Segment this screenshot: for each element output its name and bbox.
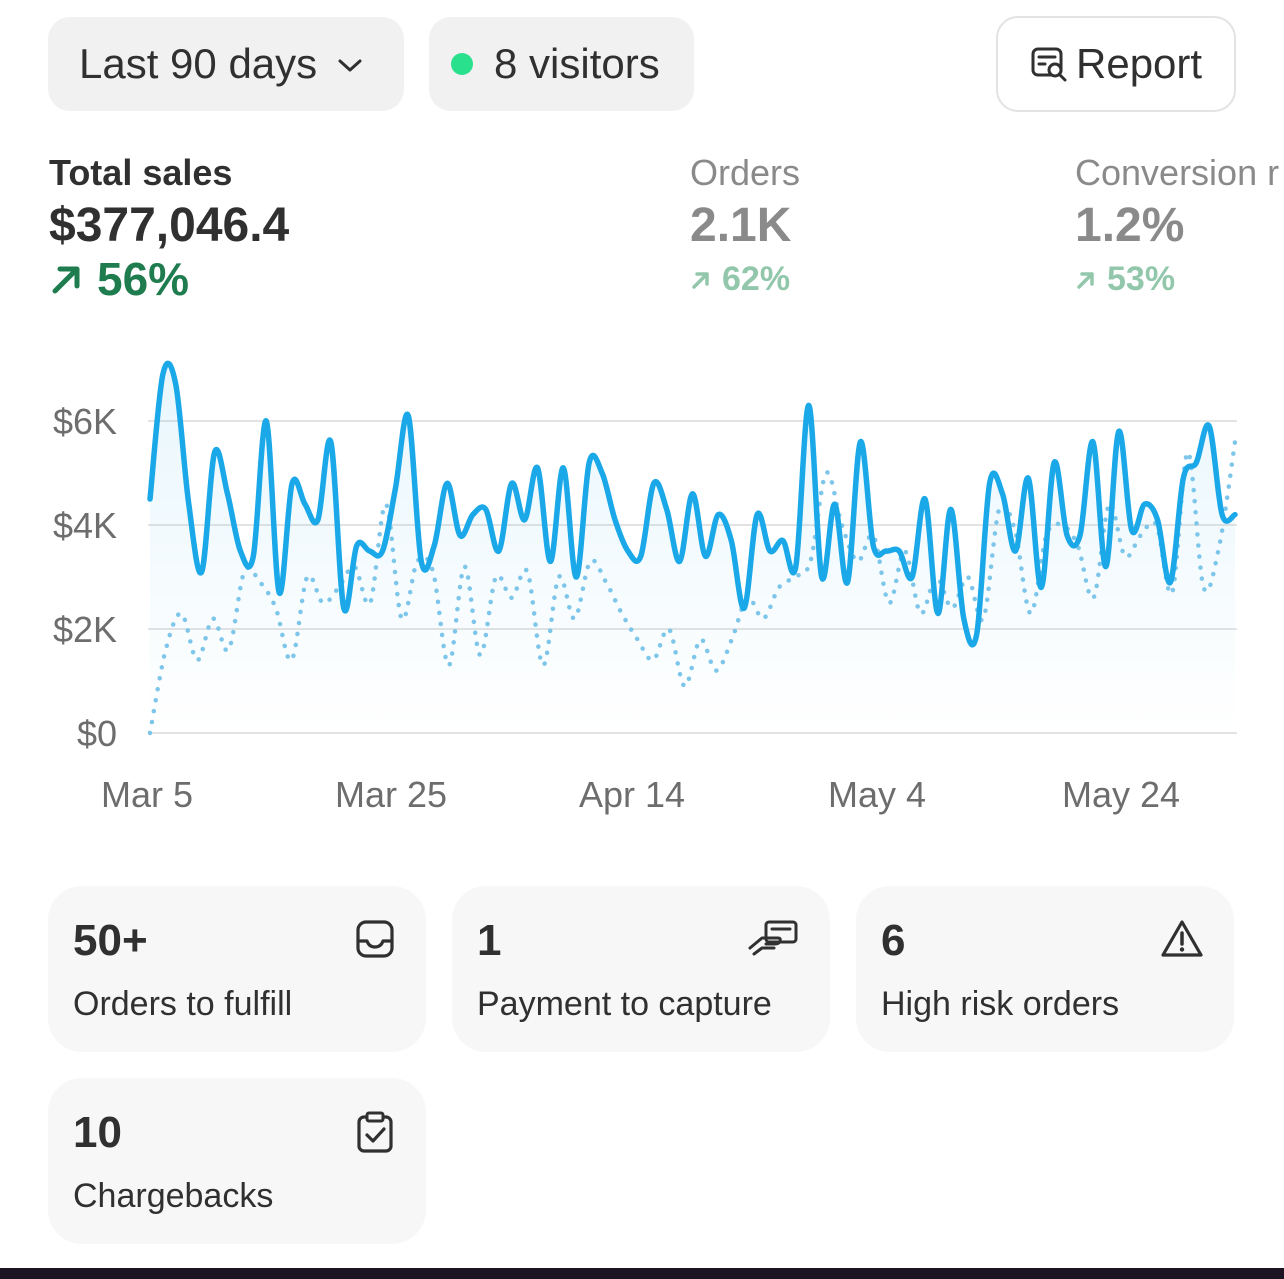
report-search-icon (1031, 47, 1067, 82)
visitors-count: 8 visitors (494, 40, 660, 87)
metric-value: 1.2% (1075, 199, 1185, 252)
arrow-up-right-icon (692, 271, 709, 289)
tile-label: Payment to capture (477, 985, 772, 1023)
metric-value: 2.1K (690, 199, 792, 252)
tile-label: Orders to fulfill (73, 985, 293, 1023)
metric-delta: 53% (1075, 260, 1279, 299)
metric-delta-value: 56% (97, 253, 190, 305)
metric-delta-value: 62% (722, 260, 791, 298)
metric-delta: 62% (690, 260, 800, 299)
y-tick-label: $6K (53, 401, 117, 442)
alert-triangle-icon (1161, 920, 1203, 957)
metric-delta-value: 53% (1107, 260, 1176, 298)
y-tick-label: $4K (53, 505, 117, 546)
metric-value: $377,046.4 (49, 199, 290, 252)
tile-orders-to-fulfill[interactable]: 50+ Orders to fulfill (48, 886, 426, 1052)
x-tick-label: Mar 25 (335, 774, 447, 815)
tile-count: 1 (477, 916, 502, 965)
sales-line-chart: $0 $2K $4K $6K Mar 5 Mar 25 Apr 14 May 4 May 24 (53, 360, 1238, 815)
report-label: Report (1076, 40, 1203, 87)
tile-chargebacks[interactable]: 10 Chargebacks (48, 1078, 426, 1244)
y-tick-label: $0 (77, 713, 117, 754)
tile-label: Chargebacks (73, 1177, 274, 1215)
x-tick-label: Mar 5 (101, 774, 193, 815)
x-tick-label: May 4 (828, 774, 926, 815)
metric-conversion-rate[interactable]: Conversion r 1.2% 53% (1075, 150, 1279, 299)
x-tick-label: Apr 14 (579, 774, 685, 815)
tile-payment-to-capture[interactable]: 1 Payment to capture (452, 886, 830, 1052)
analytics-card: Last 90 days 8 visitors Report Total sal… (0, 0, 1284, 1268)
tile-count: 10 (73, 1108, 122, 1157)
date-range-selector[interactable]: Last 90 days (48, 17, 404, 111)
clipboard-check-icon (357, 1111, 393, 1153)
y-tick-label: $2K (53, 609, 117, 650)
live-status-dot (451, 53, 473, 75)
metric-label: Conversion r (1075, 152, 1280, 193)
tile-label: High risk orders (881, 985, 1120, 1023)
metric-label: Orders (690, 152, 801, 193)
live-visitors-badge[interactable]: 8 visitors (429, 17, 694, 111)
cash-hand-icon (748, 920, 798, 956)
arrow-up-right-icon (52, 266, 80, 294)
tile-count: 6 (881, 916, 906, 965)
metric-delta: 56% (49, 252, 289, 306)
x-tick-label: May 24 (1062, 774, 1180, 815)
tile-count: 50+ (73, 916, 148, 965)
inbox-icon (356, 920, 394, 958)
metric-label: Total sales (49, 152, 233, 193)
metric-orders[interactable]: Orders 2.1K 62% (690, 150, 800, 299)
chevron-down-icon (338, 59, 362, 72)
tile-high-risk-orders[interactable]: 6 High risk orders (856, 886, 1234, 1052)
report-button[interactable]: Report (996, 16, 1236, 112)
date-range-label: Last 90 days (79, 40, 318, 87)
metric-total-sales[interactable]: Total sales $377,046.4 56% (49, 150, 289, 306)
arrow-up-right-icon (1077, 271, 1094, 289)
